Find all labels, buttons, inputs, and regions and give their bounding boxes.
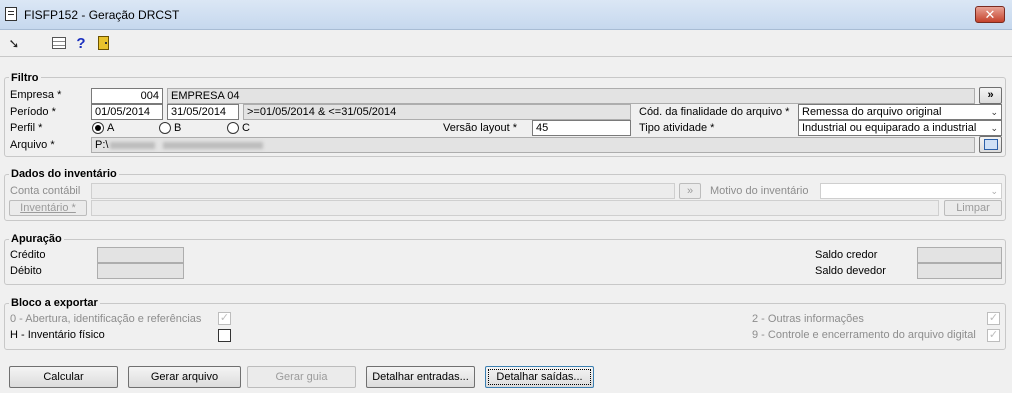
- door-exit-icon[interactable]: [98, 36, 109, 50]
- empresa-lookup-button[interactable]: »: [979, 87, 1002, 104]
- saldo-credor-label: Saldo credor: [815, 249, 878, 261]
- arquivo-label: Arquivo *: [10, 139, 55, 151]
- bloco-9-checkbox[interactable]: ✓: [987, 329, 1000, 342]
- bloco-0-label: 0 - Abertura, identificação e referência…: [10, 313, 202, 325]
- credito-field: [97, 247, 184, 263]
- versao-input[interactable]: 45: [532, 120, 631, 136]
- exit-arrow-icon[interactable]: ➘: [6, 36, 22, 52]
- document-icon: [5, 7, 17, 21]
- detalhar-entradas-button[interactable]: Detalhar entradas...: [366, 366, 475, 388]
- saldo-devedor-field: [917, 263, 1002, 279]
- credito-label: Crédito: [10, 249, 46, 261]
- bloco-h-checkbox[interactable]: [218, 329, 231, 342]
- finalidade-value: Remessa do arquivo original: [802, 106, 942, 118]
- bloco-group: [4, 303, 1006, 350]
- periodo-start-input[interactable]: 01/05/2014: [91, 104, 163, 120]
- versao-label: Versão layout *: [443, 122, 517, 134]
- bloco-9-label: 9 - Controle e encerramento do arquivo d…: [752, 329, 976, 341]
- perfil-option-c: C: [242, 122, 250, 134]
- perfil-option-b: B: [174, 122, 182, 134]
- folder-browse-icon: [983, 138, 998, 150]
- bloco-h-label: H - Inventário físico: [10, 329, 105, 341]
- bloco-2-label: 2 - Outras informações: [752, 313, 864, 325]
- empresa-label: Empresa *: [10, 89, 62, 101]
- bloco-2-checkbox[interactable]: ✓: [987, 312, 1000, 325]
- atividade-label: Tipo atividade *: [639, 122, 715, 134]
- arquivo-path-field: P:\: [91, 137, 975, 153]
- inventario-legend: Dados do inventário: [9, 168, 119, 181]
- title-bar: FISFP152 - Geração DRCST ✕: [0, 0, 1012, 30]
- perfil-label: Perfil *: [10, 122, 43, 134]
- perfil-radio-c[interactable]: [227, 122, 239, 134]
- inventario-button[interactable]: Inventário *: [9, 200, 87, 216]
- filtro-legend: Filtro: [9, 72, 41, 85]
- motivo-select[interactable]: ⌄: [820, 183, 1002, 199]
- gerar-arquivo-button[interactable]: Gerar arquivo: [128, 366, 241, 388]
- arquivo-prefix: P:\: [95, 139, 109, 151]
- detalhar-saidas-button[interactable]: Detalhar saídas...: [485, 366, 594, 388]
- conta-contabil-field: [91, 183, 675, 199]
- inventario-field: [91, 200, 939, 216]
- chevron-down-icon: ⌄: [990, 107, 998, 117]
- close-button[interactable]: ✕: [975, 6, 1005, 23]
- chevron-down-icon: ⌄: [990, 123, 998, 133]
- periodo-label: Período *: [10, 106, 56, 118]
- debito-field: [97, 263, 184, 279]
- empresa-code-input[interactable]: 004: [91, 88, 163, 104]
- saldo-devedor-label: Saldo devedor: [815, 265, 886, 277]
- debito-label: Débito: [10, 265, 42, 277]
- bloco-0-checkbox[interactable]: ✓: [218, 312, 231, 325]
- chevron-down-icon: ⌄: [990, 186, 998, 196]
- perfil-radio-a[interactable]: [92, 122, 104, 134]
- browse-file-button[interactable]: [979, 136, 1002, 153]
- motivo-label: Motivo do inventário: [710, 185, 809, 197]
- periodo-end-input[interactable]: 31/05/2014: [167, 104, 239, 120]
- finalidade-label: Cód. da finalidade do arquivo *: [639, 106, 790, 118]
- window-title: FISFP152 - Geração DRCST: [24, 8, 180, 22]
- toolbar: ➘ ?: [0, 30, 1012, 57]
- conta-contabil-label: Conta contábil: [10, 185, 81, 197]
- limpar-button[interactable]: Limpar: [944, 200, 1002, 216]
- saldo-credor-field: [917, 247, 1002, 263]
- perfil-radio-b[interactable]: [159, 122, 171, 134]
- finalidade-select[interactable]: Remessa do arquivo original ⌄: [798, 104, 1002, 120]
- atividade-value: Industrial ou equiparado a industrial: [802, 122, 977, 134]
- gerar-guia-button[interactable]: Gerar guia: [247, 366, 356, 388]
- perfil-option-a: A: [107, 122, 115, 134]
- calcular-button[interactable]: Calcular: [9, 366, 118, 388]
- help-icon[interactable]: ?: [73, 36, 89, 52]
- apuracao-legend: Apuração: [9, 233, 64, 246]
- conta-lookup-button[interactable]: »: [679, 183, 701, 199]
- bloco-legend: Bloco a exportar: [9, 297, 100, 310]
- atividade-select[interactable]: Industrial ou equiparado a industrial ⌄: [798, 120, 1002, 136]
- empresa-name-field: EMPRESA 04: [167, 88, 975, 104]
- periodo-expression-field: >=01/05/2014 & <=31/05/2014: [243, 104, 631, 120]
- table-icon[interactable]: [52, 37, 66, 49]
